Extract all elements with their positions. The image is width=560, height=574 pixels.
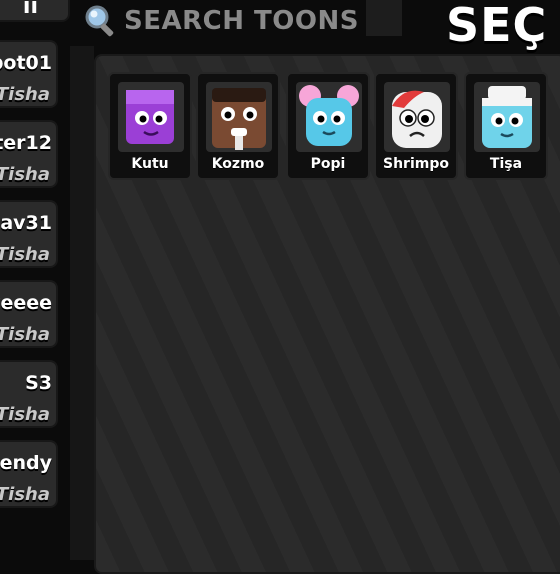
player-name: yeeee <box>0 292 52 314</box>
player-toon: Tisha <box>0 324 50 345</box>
player-card: endy Tisha <box>0 440 58 508</box>
toon-portrait <box>296 82 362 152</box>
player-list: ıı pot01 Tisha ster12 Tisha iyav31 Tisha… <box>0 0 70 560</box>
popi-icon <box>299 85 359 146</box>
player-toon: Tisha <box>0 404 50 425</box>
player-name: iyav31 <box>0 212 52 234</box>
player-name: pot01 <box>0 52 52 74</box>
kutu-icon <box>126 90 174 144</box>
search-box-edge <box>366 0 402 36</box>
toon-portrait <box>118 82 184 152</box>
player-card-partial: ıı <box>0 0 70 22</box>
toon-card-popi[interactable]: Popi <box>286 72 370 180</box>
player-toon: Tisha <box>0 244 50 265</box>
toon-name: Kutu <box>131 156 169 172</box>
player-name: S3 <box>25 372 52 394</box>
player-card: pot01 Tisha <box>0 40 58 108</box>
page-title: SEÇ <box>446 0 548 52</box>
tisa-icon <box>482 86 532 148</box>
toon-portrait <box>474 82 540 152</box>
player-card: S3 Tisha <box>0 360 58 428</box>
toon-card-kutu[interactable]: Kutu <box>108 72 192 180</box>
toon-card-shrimpo[interactable]: Shrimpo <box>374 72 458 180</box>
toon-name: Popi <box>310 156 346 172</box>
player-toon: Tisha <box>0 164 50 185</box>
toon-portrait <box>206 82 272 152</box>
toon-portrait <box>384 82 450 152</box>
toon-name: Tişa <box>489 156 523 172</box>
shrimpo-icon <box>392 90 442 148</box>
player-name: ster12 <box>0 132 52 154</box>
toon-card-kozmo[interactable]: Kozmo <box>196 72 280 180</box>
player-name: ıı <box>22 0 38 19</box>
panel-edge <box>70 46 94 560</box>
player-card: iyav31 Tisha <box>0 200 58 268</box>
kozmo-icon <box>212 88 266 150</box>
player-card: ster12 Tisha <box>0 120 58 188</box>
toon-name: Shrimpo <box>383 156 449 172</box>
toon-card-tisa[interactable]: Tişa <box>464 72 548 180</box>
player-toon: Tisha <box>0 84 50 105</box>
toon-name: Kozmo <box>211 156 265 172</box>
search-input[interactable] <box>124 4 364 38</box>
player-toon: Tisha <box>0 484 50 505</box>
player-name: endy <box>0 452 52 474</box>
player-card: yeeee Tisha <box>0 280 58 348</box>
search-bar <box>84 0 402 42</box>
search-icon <box>85 5 114 37</box>
